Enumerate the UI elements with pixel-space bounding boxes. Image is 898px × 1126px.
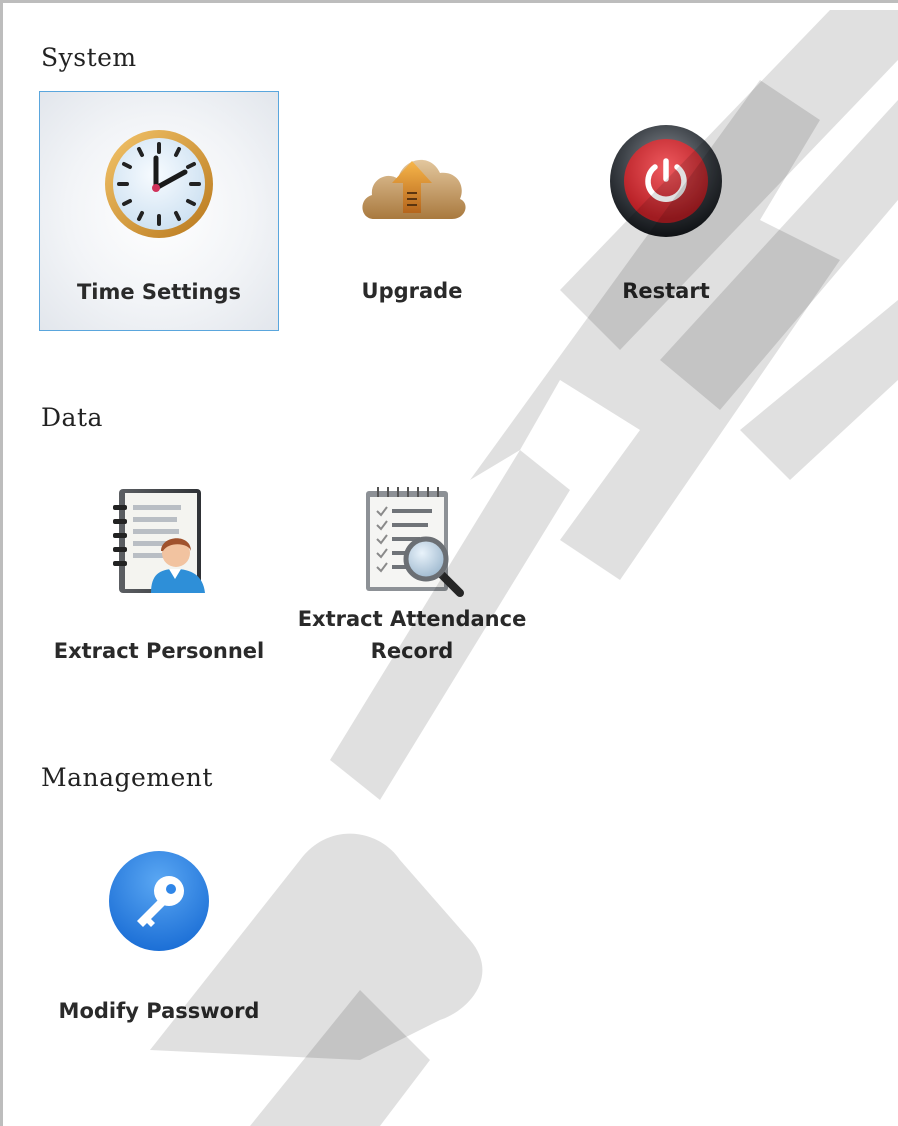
- clock-icon: [99, 122, 219, 242]
- modify-password-label: Modify Password: [58, 999, 260, 1023]
- upgrade-label: Upgrade: [361, 279, 463, 303]
- restart-button[interactable]: Restart: [546, 91, 786, 331]
- personnel-book-icon: [99, 481, 219, 601]
- cloud-upload-icon: [352, 121, 472, 241]
- time-settings-label: Time Settings: [76, 280, 242, 304]
- key-icon: [99, 841, 219, 961]
- extract-personnel-label: Extract Personnel: [53, 639, 265, 663]
- main-panel: System Time Settings Upgrade Restart Dat…: [0, 0, 898, 1126]
- extract-attendance-record-label-line2: Record: [370, 639, 454, 663]
- restart-label: Restart: [622, 279, 710, 303]
- upgrade-button[interactable]: Upgrade: [292, 91, 532, 331]
- extract-attendance-record-label-line1: Extract Attendance: [297, 607, 527, 631]
- attendance-record-icon: [352, 481, 472, 601]
- extract-personnel-button[interactable]: Extract Personnel: [39, 451, 279, 691]
- section-title-management: Management: [41, 763, 213, 792]
- power-icon: [606, 121, 726, 241]
- section-title-data: Data: [41, 403, 103, 432]
- modify-password-button[interactable]: Modify Password: [39, 811, 279, 1051]
- extract-attendance-record-label: Extract Attendance Record: [272, 603, 552, 667]
- extract-attendance-record-button[interactable]: Extract Attendance Record: [292, 451, 532, 691]
- time-settings-button[interactable]: Time Settings: [39, 91, 279, 331]
- section-title-system: System: [41, 43, 137, 72]
